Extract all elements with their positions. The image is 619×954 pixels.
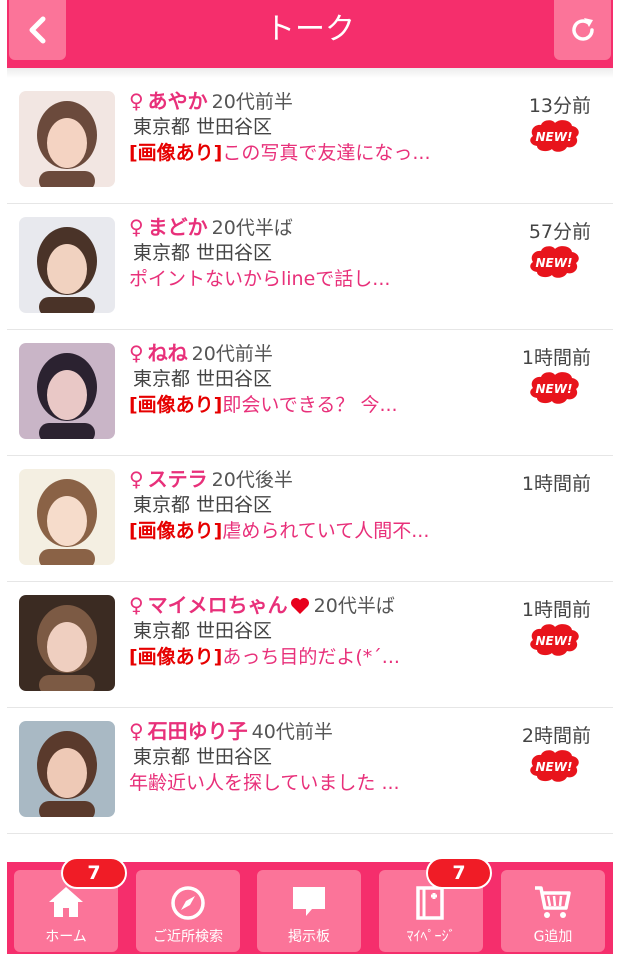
- image-tag: [画像あり]: [129, 394, 223, 416]
- user-name: マイメロちゃん: [147, 593, 288, 617]
- home-icon: [14, 884, 118, 924]
- avatar-photo: [19, 91, 115, 187]
- message-preview: 年齢近い人を探していました ...: [129, 772, 400, 794]
- avatar-photo: [19, 595, 115, 691]
- new-badge-icon: NEW!: [530, 624, 579, 656]
- user-age: 20代半ば: [211, 217, 293, 239]
- new-label: NEW!: [536, 760, 573, 774]
- nav-label: G追加: [533, 929, 573, 945]
- app-header: トーク: [7, 0, 613, 68]
- user-location: 東京都 世田谷区: [133, 368, 273, 390]
- heart-icon: [290, 598, 309, 614]
- talk-list-item[interactable]: ♀ 石田ゆり子 40代前半 東京都 世田谷区 年齢近い人を探していました ... 2…: [7, 708, 613, 834]
- female-icon: ♀: [129, 467, 144, 491]
- page-title: トーク: [265, 12, 355, 47]
- talk-list-item[interactable]: ♀ ねね 20代前半 東京都 世田谷区 [画像あり]即会いできる？ 今... 1時間…: [7, 330, 613, 456]
- nav-nearby-search-button[interactable]: ご近所検索: [136, 870, 240, 952]
- nav-board-button[interactable]: 掲示板: [257, 870, 361, 952]
- new-badge-icon: NEW!: [530, 246, 579, 278]
- user-location: 東京都 世田谷区: [133, 494, 273, 516]
- nav-label: ご近所検索: [153, 929, 223, 945]
- message-preview: 即会いできる？ 今...: [222, 394, 398, 416]
- talk-list: ♀ あやか 20代前半 東京都 世田谷区 [画像あり]この写真で友達になっ... 1…: [7, 78, 613, 834]
- speech-bubble-icon: [257, 884, 361, 924]
- avatar[interactable]: [19, 721, 115, 817]
- user-location: 東京都 世田谷区: [133, 620, 273, 642]
- new-label: NEW!: [536, 382, 573, 396]
- talk-list-item[interactable]: ♀ まどか 20代半ば 東京都 世田谷区 ポイントないからlineで話し... 57…: [7, 204, 613, 330]
- user-age: 20代後半: [211, 469, 293, 491]
- female-icon: ♀: [129, 341, 144, 365]
- message-preview: 虐められていて人間不...: [222, 520, 430, 542]
- message-time: 1時間前: [521, 473, 591, 495]
- talk-list-item[interactable]: ♀ ステラ 20代後半 東京都 世田谷区 [画像あり]虐められていて人間不... 1…: [7, 456, 613, 582]
- message-time: 1時間前: [521, 347, 591, 369]
- user-age: 20代半ば: [313, 595, 395, 617]
- avatar-photo: [19, 217, 115, 313]
- avatar[interactable]: [19, 469, 115, 565]
- notification-badge: 7: [61, 857, 127, 889]
- compass-icon: [136, 884, 240, 924]
- notification-badge: 7: [426, 857, 492, 889]
- user-name: まどか: [147, 215, 208, 239]
- list-divider: [7, 833, 613, 834]
- avatar[interactable]: [19, 343, 115, 439]
- nav-label: 掲示板: [288, 929, 330, 945]
- user-age: 20代前半: [191, 343, 273, 365]
- message-time: 57分前: [528, 221, 591, 243]
- user-location: 東京都 世田谷区: [133, 746, 273, 768]
- cart-icon: [501, 884, 605, 924]
- book-icon: [379, 884, 483, 924]
- new-label: NEW!: [536, 634, 573, 648]
- image-tag: [画像あり]: [129, 520, 223, 542]
- nav-label: ホーム: [45, 929, 87, 945]
- avatar[interactable]: [19, 91, 115, 187]
- user-location: 東京都 世田谷区: [133, 116, 273, 138]
- bottom-nav: ホーム 7 ご近所検索 掲示板 ﾏｲﾍﾟｰｼﾞ 7 G追加: [7, 857, 613, 954]
- female-icon: ♀: [129, 593, 144, 617]
- message-preview: あっち目的だよ(*´...: [222, 646, 400, 668]
- new-badge-icon: NEW!: [530, 372, 579, 404]
- user-age: 20代前半: [211, 91, 293, 113]
- avatar-photo: [19, 343, 115, 439]
- female-icon: ♀: [129, 719, 144, 743]
- avatar[interactable]: [19, 595, 115, 691]
- user-name: 石田ゆり子: [147, 719, 248, 743]
- avatar-photo: [19, 469, 115, 565]
- header-divider: [7, 68, 613, 78]
- message-time: 13分前: [528, 95, 591, 117]
- user-name: ステラ: [147, 467, 208, 491]
- new-badge-icon: NEW!: [530, 120, 579, 152]
- refresh-icon: [571, 18, 594, 41]
- female-icon: ♀: [129, 89, 144, 113]
- image-tag: [画像あり]: [129, 646, 223, 668]
- message-preview: この写真で友達になっ...: [222, 142, 431, 164]
- new-badge-icon: NEW!: [530, 750, 579, 782]
- user-location: 東京都 世田谷区: [133, 242, 273, 264]
- talk-list-item[interactable]: ♀ あやか 20代前半 東京都 世田谷区 [画像あり]この写真で友達になっ... 1…: [7, 78, 613, 204]
- new-label: NEW!: [536, 130, 573, 144]
- message-preview: ポイントないからlineで話し...: [129, 268, 391, 290]
- nav-add-points-button[interactable]: G追加: [501, 870, 605, 952]
- image-tag: [画像あり]: [129, 142, 223, 164]
- message-time: 1時間前: [521, 599, 591, 621]
- new-label: NEW!: [536, 256, 573, 270]
- avatar[interactable]: [19, 217, 115, 313]
- female-icon: ♀: [129, 215, 144, 239]
- user-age: 40代前半: [251, 721, 333, 743]
- avatar-photo: [19, 721, 115, 817]
- nav-label: ﾏｲﾍﾟｰｼﾞ: [406, 929, 456, 945]
- message-time: 2時間前: [521, 725, 591, 747]
- talk-list-item[interactable]: ♀ マイメロちゃん 20代半ば 東京都 世田谷区 [画像あり]あっち目的だよ(*´.…: [7, 582, 613, 708]
- user-name: ねね: [147, 341, 188, 365]
- refresh-button[interactable]: [554, 0, 611, 60]
- user-name: あやか: [147, 89, 208, 113]
